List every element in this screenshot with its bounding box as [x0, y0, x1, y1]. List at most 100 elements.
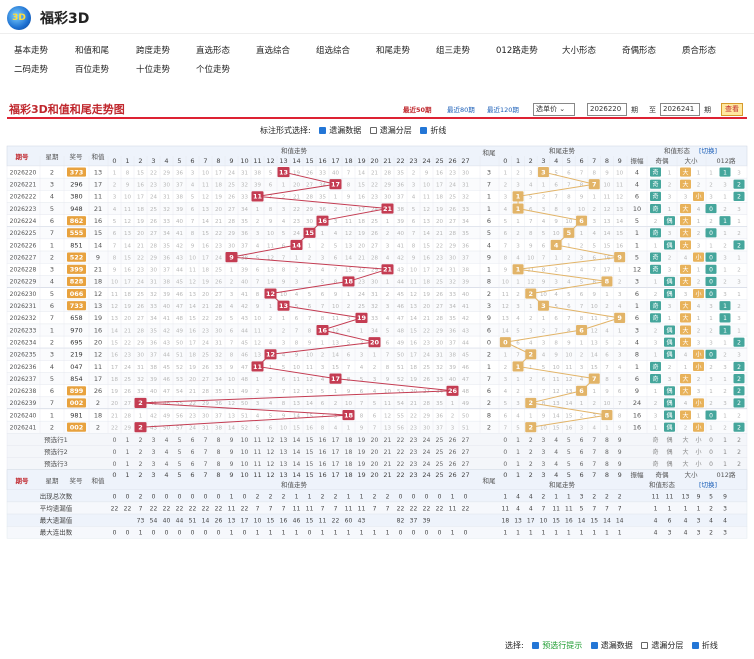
- preview-form[interactable]: 偶: [666, 460, 672, 468]
- preview-sum-21[interactable]: 21: [384, 437, 392, 444]
- preview-sum-3[interactable]: 3: [152, 449, 156, 456]
- preview-tail-9[interactable]: 9: [618, 449, 622, 456]
- preview-sum-8[interactable]: 8: [217, 461, 221, 468]
- preview-tail-5[interactable]: 5: [567, 449, 571, 456]
- preview-sum-2[interactable]: 2: [139, 461, 143, 468]
- preview-sum-8[interactable]: 8: [217, 449, 221, 456]
- preview-sum-23[interactable]: 23: [410, 437, 418, 444]
- preview-sum-24[interactable]: 24: [423, 461, 431, 468]
- preview-tail-4[interactable]: 4: [554, 437, 558, 444]
- preview-tail-2[interactable]: 2: [529, 437, 533, 444]
- preview-form[interactable]: 小: [695, 436, 701, 444]
- preview-sum-20[interactable]: 20: [371, 449, 379, 456]
- preview-tail-7[interactable]: 7: [592, 449, 596, 456]
- switch-link[interactable]: [切换]: [699, 146, 717, 155]
- preview-tail-1[interactable]: 1: [516, 437, 520, 444]
- preview-form[interactable]: 奇: [652, 448, 658, 456]
- preview-sum-9[interactable]: 9: [230, 437, 234, 444]
- preview-form[interactable]: 2: [737, 461, 741, 468]
- preview-sum-5[interactable]: 5: [178, 449, 182, 456]
- preview-sum-3[interactable]: 3: [152, 437, 156, 444]
- preview-sum-15[interactable]: 15: [306, 437, 314, 444]
- preview-sum-26[interactable]: 26: [449, 461, 457, 468]
- preview-tail-0[interactable]: 0: [503, 461, 507, 468]
- preview-sum-13[interactable]: 13: [280, 449, 288, 456]
- preview-tail-5[interactable]: 5: [567, 437, 571, 444]
- preview-sum-17[interactable]: 17: [332, 449, 340, 456]
- preview-tail-4[interactable]: 4: [554, 449, 558, 456]
- preview-tail-2[interactable]: 2: [529, 449, 533, 456]
- preview-sum-10[interactable]: 10: [241, 437, 249, 444]
- preview-form[interactable]: 大: [682, 448, 688, 456]
- preview-tail-1[interactable]: 1: [516, 461, 520, 468]
- preview-sum-15[interactable]: 15: [306, 461, 314, 468]
- preview-form[interactable]: 0: [709, 449, 713, 456]
- preview-sum-11[interactable]: 11: [254, 461, 262, 468]
- preview-tail-5[interactable]: 5: [567, 461, 571, 468]
- preview-sum-21[interactable]: 21: [384, 461, 392, 468]
- preview-sum-27[interactable]: 27: [462, 461, 470, 468]
- preview-sum-12[interactable]: 12: [267, 461, 275, 468]
- preview-sum-2[interactable]: 2: [139, 449, 143, 456]
- checkbox-footer-layer[interactable]: [641, 642, 649, 649]
- preview-sum-4[interactable]: 4: [165, 437, 169, 444]
- preview-sum-17[interactable]: 17: [332, 437, 340, 444]
- preview-sum-19[interactable]: 19: [358, 437, 366, 444]
- preview-sum-16[interactable]: 16: [319, 449, 327, 456]
- preview-sum-27[interactable]: 27: [462, 437, 470, 444]
- preview-sum-7[interactable]: 7: [204, 449, 208, 456]
- preview-form[interactable]: 小: [695, 448, 701, 456]
- footer-switch-link[interactable]: [切换]: [699, 480, 717, 489]
- preview-form[interactable]: 偶: [666, 448, 672, 456]
- preview-form[interactable]: 小: [695, 460, 701, 468]
- preview-sum-27[interactable]: 27: [462, 449, 470, 456]
- preview-tail-8[interactable]: 8: [605, 461, 609, 468]
- preview-sum-7[interactable]: 7: [204, 461, 208, 468]
- checkbox-footer-omission[interactable]: [590, 642, 598, 649]
- preview-sum-11[interactable]: 11: [254, 449, 262, 456]
- preview-tail-0[interactable]: 0: [503, 449, 507, 456]
- preview-sum-5[interactable]: 5: [178, 437, 182, 444]
- preview-sum-17[interactable]: 17: [332, 461, 340, 468]
- preview-sum-0[interactable]: 0: [113, 449, 117, 456]
- preview-sum-26[interactable]: 26: [449, 437, 457, 444]
- preview-sum-1[interactable]: 1: [126, 437, 130, 444]
- preview-form[interactable]: 2: [737, 449, 741, 456]
- preview-sum-9[interactable]: 9: [230, 449, 234, 456]
- preview-form[interactable]: 0: [709, 437, 713, 444]
- preview-form[interactable]: 大: [682, 436, 688, 444]
- preview-form[interactable]: 0: [709, 461, 713, 468]
- preview-sum-23[interactable]: 23: [410, 461, 418, 468]
- preview-sum-26[interactable]: 26: [449, 449, 457, 456]
- preview-sum-19[interactable]: 19: [358, 449, 366, 456]
- preview-form[interactable]: 偶: [666, 436, 672, 444]
- preview-form[interactable]: 1: [723, 449, 727, 456]
- preview-tail-1[interactable]: 1: [516, 449, 520, 456]
- preview-tail-3[interactable]: 3: [542, 461, 546, 468]
- preview-sum-20[interactable]: 20: [371, 437, 379, 444]
- checkbox-preview-hint[interactable]: [532, 642, 540, 649]
- preview-form[interactable]: 奇: [652, 460, 658, 468]
- preview-sum-1[interactable]: 1: [126, 461, 130, 468]
- preview-tail-4[interactable]: 4: [554, 461, 558, 468]
- preview-sum-14[interactable]: 14: [293, 437, 301, 444]
- preview-sum-5[interactable]: 5: [178, 461, 182, 468]
- preview-form[interactable]: 大: [682, 460, 688, 468]
- preview-sum-0[interactable]: 0: [113, 437, 117, 444]
- preview-sum-15[interactable]: 15: [306, 449, 314, 456]
- preview-tail-9[interactable]: 9: [618, 437, 622, 444]
- preview-sum-6[interactable]: 6: [191, 437, 195, 444]
- preview-sum-11[interactable]: 11: [254, 437, 262, 444]
- preview-sum-10[interactable]: 10: [241, 449, 249, 456]
- preview-sum-18[interactable]: 18: [345, 461, 353, 468]
- preview-sum-0[interactable]: 0: [113, 461, 117, 468]
- preview-sum-6[interactable]: 6: [191, 461, 195, 468]
- preview-tail-6[interactable]: 6: [580, 437, 584, 444]
- preview-sum-13[interactable]: 13: [280, 461, 288, 468]
- preview-sum-13[interactable]: 13: [280, 437, 288, 444]
- preview-sum-20[interactable]: 20: [371, 461, 379, 468]
- preview-sum-25[interactable]: 25: [436, 461, 444, 468]
- preview-form[interactable]: 1: [723, 461, 727, 468]
- preview-sum-14[interactable]: 14: [293, 449, 301, 456]
- preview-sum-21[interactable]: 21: [384, 449, 392, 456]
